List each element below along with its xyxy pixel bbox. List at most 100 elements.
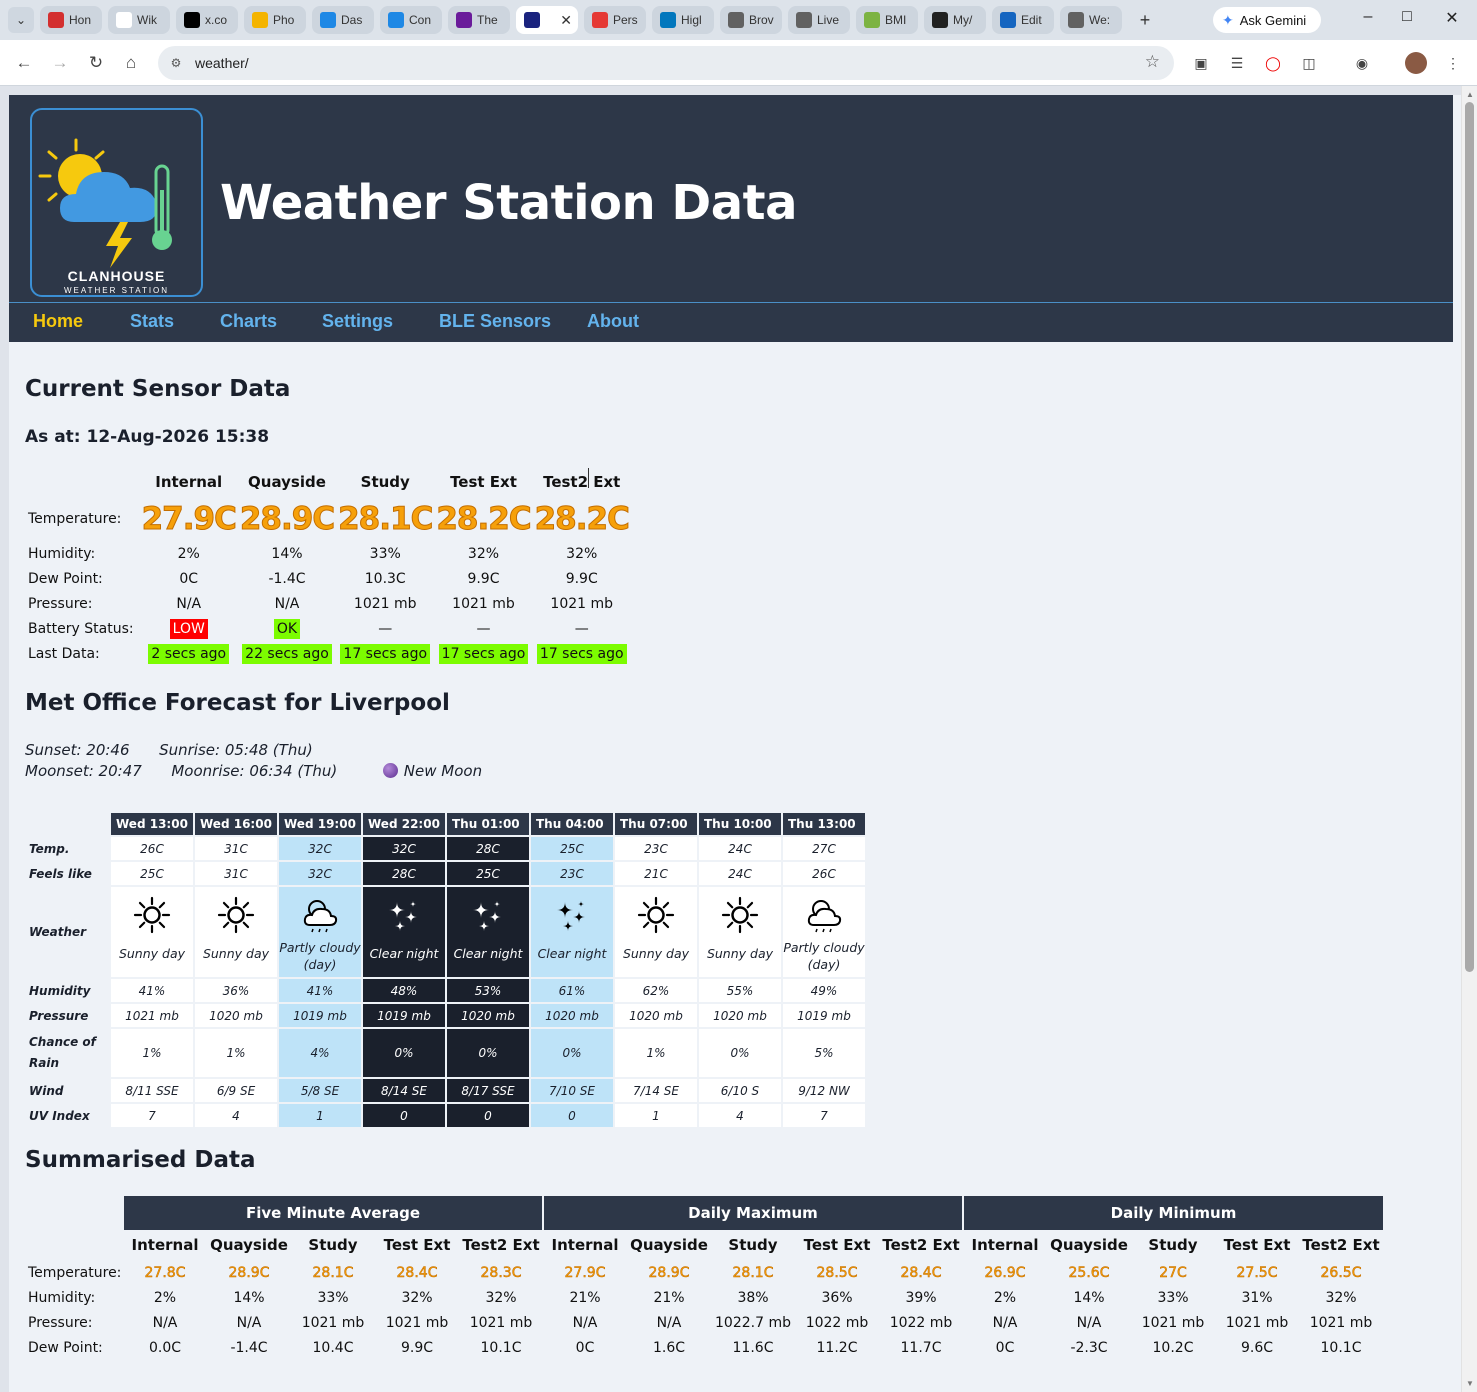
browser-tab[interactable]: Pers bbox=[584, 6, 646, 34]
bookmark-star-icon[interactable]: ☆ bbox=[1145, 52, 1160, 72]
forecast-rain-value: 4% bbox=[279, 1029, 361, 1077]
site-info-icon[interactable]: ⚙ bbox=[166, 53, 186, 73]
browser-tab[interactable]: Das bbox=[312, 6, 374, 34]
opera-extension-icon[interactable]: ◯ bbox=[1262, 52, 1284, 74]
nav-stats[interactable]: Stats bbox=[130, 311, 174, 332]
scroll-up-icon[interactable]: ▲ bbox=[1466, 90, 1474, 99]
browser-tab[interactable]: Hon bbox=[40, 6, 102, 34]
row-label: Humidity: bbox=[28, 545, 96, 562]
tab-title: Edit bbox=[1021, 13, 1042, 27]
as-at-timestamp: As at: 12-Aug-2026 15:38 bbox=[25, 427, 270, 447]
nav-about[interactable]: About bbox=[587, 311, 639, 332]
weather-description: Sunny day bbox=[202, 946, 270, 961]
summary-heading: Summarised Data bbox=[25, 1147, 256, 1173]
forecast-feels-value: 31C bbox=[195, 862, 277, 885]
scroll-thumb[interactable] bbox=[1465, 102, 1474, 972]
browser-tab[interactable]: BMI bbox=[856, 6, 918, 34]
page-title: Weather Station Data bbox=[220, 175, 797, 231]
close-tab-icon[interactable]: ✕ bbox=[560, 12, 572, 29]
home-button[interactable]: ⌂ bbox=[119, 51, 143, 75]
tab-title: Live bbox=[817, 13, 840, 27]
sun-icon bbox=[195, 895, 277, 935]
summary-value: 9.9C bbox=[400, 1339, 434, 1356]
tab-strip: ⌄ Hon Wik x.co Pho Das Con The ✕ Pers Higl Brov Liv… bbox=[0, 0, 1477, 40]
browser-tab[interactable]: Wik bbox=[108, 6, 170, 34]
new-tab-button[interactable]: + bbox=[1132, 7, 1158, 33]
forecast-wind-value: 5/8 SE bbox=[279, 1079, 361, 1102]
browser-tab[interactable]: x.co bbox=[176, 6, 238, 34]
forecast-table: Wed 13:00 Wed 16:00 Wed 19:00 Wed 22:00 Thu … bbox=[25, 811, 867, 1129]
maximize-button[interactable]: □ bbox=[1395, 8, 1419, 26]
forecast-time-header: Thu 04:00 bbox=[531, 813, 613, 835]
screenshot-icon[interactable]: ◉ bbox=[1351, 52, 1373, 74]
tab-title: Con bbox=[409, 13, 432, 27]
forecast-row-label: Chance of Rain bbox=[29, 1035, 96, 1070]
summary-value: 11.2C bbox=[816, 1339, 858, 1356]
minimize-button[interactable]: – bbox=[1356, 8, 1380, 26]
blank-header bbox=[27, 813, 109, 835]
forecast-rain-value: 0% bbox=[531, 1029, 613, 1077]
forecast-weather-cell: Clear night bbox=[363, 887, 445, 977]
pressure-value: 1021 mb bbox=[452, 595, 515, 612]
nav-settings[interactable]: Settings bbox=[322, 311, 393, 332]
browser-menu-icon[interactable]: ⋮ bbox=[1442, 52, 1464, 74]
forecast-temp-value: 27C bbox=[783, 837, 865, 860]
forecast-rain-value: 0% bbox=[447, 1029, 529, 1077]
forecast-time-header: Wed 16:00 bbox=[195, 813, 277, 835]
extensions-puzzle-icon[interactable]: ◫ bbox=[1298, 52, 1320, 74]
reload-button[interactable]: ↻ bbox=[84, 51, 108, 75]
browser-tab[interactable]: Pho bbox=[244, 6, 306, 34]
page-scrollbar[interactable]: ▲ ▼ bbox=[1461, 86, 1477, 1392]
forecast-row-label: Temp. bbox=[29, 841, 70, 856]
forecast-pressure-value: 1020 mb bbox=[615, 1004, 697, 1027]
browser-tab[interactable]: Higl bbox=[652, 6, 714, 34]
browser-tab[interactable]: Brov bbox=[720, 6, 782, 34]
close-window-button[interactable]: ✕ bbox=[1440, 8, 1464, 28]
tab-title: Higl bbox=[681, 13, 702, 27]
summary-value: N/A bbox=[1076, 1314, 1102, 1331]
tab-favicon-icon bbox=[184, 12, 200, 28]
row-label: Battery Status: bbox=[28, 620, 134, 637]
forecast-uv-value: 4 bbox=[195, 1104, 277, 1127]
browser-tab[interactable]: The bbox=[448, 6, 510, 34]
back-button[interactable]: ← bbox=[12, 51, 36, 75]
row-label: Temperature: bbox=[28, 511, 122, 527]
summary-value: -1.4C bbox=[230, 1339, 268, 1356]
sun-icon bbox=[615, 895, 697, 935]
main-nav: Home Stats Charts Settings BLE Sensors A… bbox=[9, 303, 1453, 342]
forecast-uv-value: 1 bbox=[615, 1104, 697, 1127]
tab-favicon-icon bbox=[864, 12, 880, 28]
browser-tab[interactable]: We: bbox=[1060, 6, 1122, 34]
browser-tab[interactable]: Con bbox=[380, 6, 442, 34]
forecast-wind-value: 7/10 SE bbox=[531, 1079, 613, 1102]
nav-charts[interactable]: Charts bbox=[220, 311, 277, 332]
address-bar[interactable]: ⚙ weather/ ☆ bbox=[158, 46, 1174, 80]
nav-ble-sensors[interactable]: BLE Sensors bbox=[439, 311, 551, 332]
forward-button[interactable]: → bbox=[48, 51, 72, 75]
summary-value: 33% bbox=[317, 1289, 349, 1306]
browser-tab[interactable]: My/ bbox=[924, 6, 986, 34]
extension-icon[interactable]: ☰ bbox=[1226, 52, 1248, 74]
forecast-temp-value: 26C bbox=[111, 837, 193, 860]
temperature-value: 28.2C bbox=[436, 501, 532, 538]
nav-home[interactable]: Home bbox=[33, 311, 83, 332]
browser-tab[interactable]: ✕ bbox=[516, 6, 578, 34]
browser-tab[interactable]: Live bbox=[788, 6, 850, 34]
forecast-uv-value: 7 bbox=[111, 1104, 193, 1127]
tab-search-button[interactable]: ⌄ bbox=[8, 7, 34, 33]
summary-sensor-header: Test Ext bbox=[803, 1236, 871, 1254]
scroll-down-icon[interactable]: ▼ bbox=[1466, 1379, 1474, 1388]
forecast-temp-value: 24C bbox=[699, 837, 781, 860]
extension-icon[interactable]: ▣ bbox=[1190, 52, 1212, 74]
summary-value: 1021 mb bbox=[1309, 1314, 1373, 1331]
battery-status-badge: OK bbox=[273, 618, 301, 639]
forecast-uv-value: 7 bbox=[783, 1104, 865, 1127]
forecast-humidity-value: 41% bbox=[111, 979, 193, 1002]
forecast-temp-value: 32C bbox=[279, 837, 361, 860]
url-text: weather/ bbox=[195, 55, 249, 71]
profile-avatar[interactable] bbox=[1405, 52, 1427, 74]
browser-tab[interactable]: Edit bbox=[992, 6, 1054, 34]
tab-favicon-icon bbox=[320, 12, 336, 28]
ask-gemini-button[interactable]: ✦ Ask Gemini bbox=[1213, 7, 1321, 33]
dewpoint-value: 9.9C bbox=[467, 570, 500, 587]
